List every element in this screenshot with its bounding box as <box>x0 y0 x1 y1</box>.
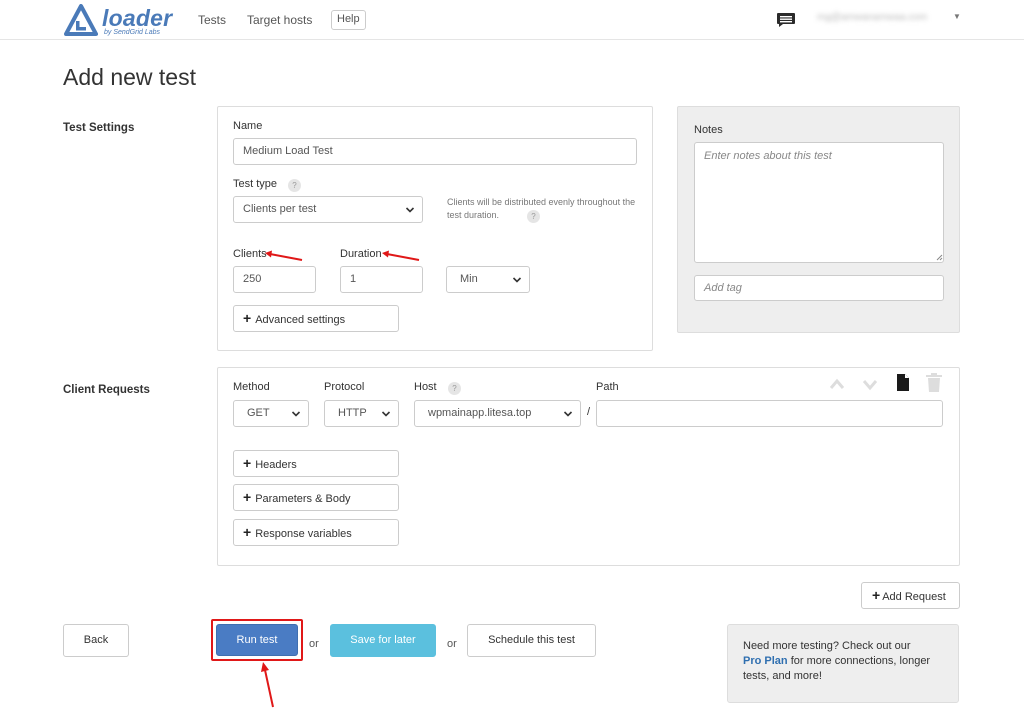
test-type-select[interactable]: Clients per test <box>233 196 423 223</box>
parameters-body-button[interactable]: + Parameters & Body <box>233 484 399 511</box>
notes-panel: Notes Enter notes about this test Add ta… <box>677 106 960 333</box>
advanced-settings-button[interactable]: + Advanced settings <box>233 305 399 332</box>
headers-button[interactable]: + Headers <box>233 450 399 477</box>
promo-text-before: Need more testing? Check out our <box>743 640 911 652</box>
annotation-arrow-icon <box>261 662 274 708</box>
duration-input[interactable]: 1 <box>340 266 423 293</box>
method-value: GET <box>247 407 270 419</box>
chevron-down-icon <box>381 411 391 417</box>
protocol-value: HTTP <box>338 407 367 419</box>
plus-icon: + <box>243 489 252 505</box>
method-select[interactable]: GET <box>233 400 309 427</box>
host-select[interactable]: wpmainapp.litesa.top <box>414 400 581 427</box>
or-separator: or <box>309 638 319 650</box>
plus-icon: + <box>243 455 252 471</box>
path-label: Path <box>596 381 619 393</box>
chevron-down-icon <box>563 411 573 417</box>
loader-logo-icon <box>64 4 98 36</box>
clients-label: Clients <box>233 248 267 260</box>
method-label: Method <box>233 381 270 393</box>
headers-button-label: Headers <box>255 459 297 471</box>
pro-plan-link[interactable]: Pro Plan <box>743 655 788 667</box>
test-type-hint: Clients will be distributed evenly throu… <box>447 196 637 222</box>
client-requests-panel: Method Protocol Host ? Path GET HTTP wpm… <box>217 367 960 566</box>
chevron-down-icon <box>405 207 415 213</box>
duration-unit-value: Min <box>460 273 478 285</box>
plus-icon: + <box>243 310 252 326</box>
duplicate-icon[interactable] <box>896 373 910 392</box>
protocol-select[interactable]: HTTP <box>324 400 399 427</box>
loader-logo[interactable]: loader by SendGrid Labs <box>64 4 174 38</box>
client-requests-label: Client Requests <box>63 384 150 396</box>
save-for-later-button[interactable]: Save for later <box>330 624 436 657</box>
run-test-button[interactable]: Run test <box>216 624 298 656</box>
brand-name: loader <box>102 5 173 31</box>
hint-help-icon[interactable]: ? <box>527 210 540 223</box>
move-up-icon[interactable] <box>829 377 845 391</box>
add-request-label: Add Request <box>882 591 946 603</box>
plus-icon: + <box>243 524 252 540</box>
user-menu-caret-icon[interactable]: ▼ <box>953 12 961 21</box>
or-separator: or <box>447 638 457 650</box>
page-title: Add new test <box>63 64 196 90</box>
nav-tests[interactable]: Tests <box>198 13 226 27</box>
host-label: Host <box>414 381 437 393</box>
name-label: Name <box>233 120 263 132</box>
test-settings-label: Test Settings <box>63 122 135 134</box>
test-type-label: Test type <box>233 178 278 190</box>
move-down-icon[interactable] <box>862 377 878 391</box>
plus-icon: + <box>872 587 881 603</box>
brand-tagline: by SendGrid Labs <box>104 29 161 36</box>
host-help-icon[interactable]: ? <box>448 382 461 395</box>
response-variables-button[interactable]: + Response variables <box>233 519 399 546</box>
back-button[interactable]: Back <box>63 624 129 657</box>
chevron-down-icon <box>291 411 301 417</box>
test-type-help-icon[interactable]: ? <box>288 179 301 192</box>
protocol-label: Protocol <box>324 381 365 393</box>
response-variables-label: Response variables <box>255 528 352 540</box>
nav-target-hosts[interactable]: Target hosts <box>247 13 312 27</box>
advanced-settings-label: Advanced settings <box>255 314 346 326</box>
nav-help-button[interactable]: Help <box>331 10 366 30</box>
clients-input[interactable]: 250 <box>233 266 316 293</box>
duration-label: Duration <box>340 248 382 260</box>
test-type-select-value: Clients per test <box>243 203 317 215</box>
path-input[interactable] <box>596 400 943 427</box>
duration-unit-select[interactable]: Min <box>446 266 530 293</box>
parameters-body-label: Parameters & Body <box>255 493 351 505</box>
test-type-hint-text: Clients will be distributed evenly throu… <box>447 197 636 220</box>
resize-handle-icon[interactable] <box>936 254 943 261</box>
path-separator: / <box>587 406 591 418</box>
chevron-down-icon <box>512 277 522 283</box>
add-tag-input[interactable]: Add tag <box>694 275 944 301</box>
chat-bubble-icon[interactable] <box>776 12 796 28</box>
user-email[interactable]: mg@amwanamwaa.com <box>817 12 951 24</box>
pro-plan-promo: Need more testing? Check out our Pro Pla… <box>727 624 959 703</box>
host-value: wpmainapp.litesa.top <box>428 407 532 419</box>
schedule-test-button[interactable]: Schedule this test <box>467 624 596 657</box>
notes-textarea[interactable]: Enter notes about this test <box>694 142 944 263</box>
test-settings-panel: Name Medium Load Test Test type ? Client… <box>217 106 653 351</box>
name-input[interactable]: Medium Load Test <box>233 138 637 165</box>
trash-icon[interactable] <box>925 373 943 393</box>
notes-label: Notes <box>694 124 723 136</box>
top-navbar: loader by SendGrid Labs Tests Target hos… <box>0 0 1024 40</box>
add-request-button[interactable]: + Add Request <box>861 582 960 609</box>
